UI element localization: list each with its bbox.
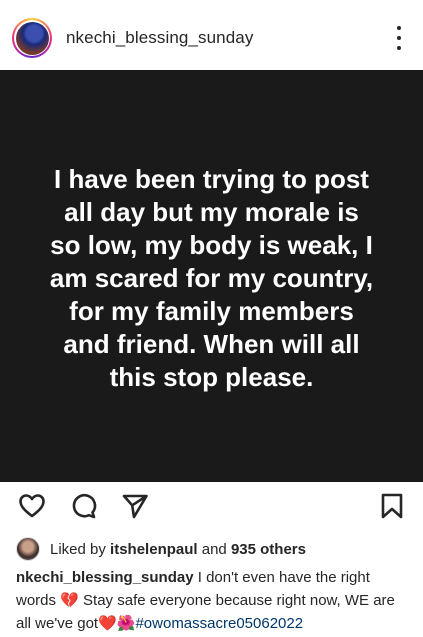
likes-count[interactable]: 935 others bbox=[231, 541, 306, 558]
share-icon[interactable] bbox=[121, 492, 149, 520]
likes-prefix: Liked by bbox=[50, 540, 106, 558]
post-text: I have been trying to post all day but m… bbox=[49, 163, 374, 392]
comment-icon[interactable] bbox=[69, 492, 97, 520]
profile-avatar[interactable] bbox=[12, 18, 52, 58]
post-image[interactable]: I have been trying to post all day but m… bbox=[0, 70, 423, 482]
red-heart-emoji: ❤️ bbox=[98, 614, 117, 632]
liker-avatar bbox=[16, 537, 40, 561]
avatar-inner bbox=[14, 20, 50, 56]
likes-row[interactable]: Liked by itshelenpaul and 935 others bbox=[16, 536, 306, 562]
avatar-image bbox=[15, 21, 49, 55]
post-header: nkechi_blessing_sunday bbox=[0, 0, 423, 76]
header-username[interactable]: nkechi_blessing_sunday bbox=[66, 28, 253, 48]
caption-hashtag[interactable]: #owomassacre05062022 bbox=[135, 615, 303, 632]
flower-emoji: 🌺 bbox=[116, 614, 136, 632]
likes-and: and bbox=[201, 540, 227, 558]
post-caption: nkechi_blessing_sunday I don't even have… bbox=[16, 567, 411, 635]
more-vertical-icon[interactable] bbox=[389, 26, 409, 50]
action-bar bbox=[0, 482, 423, 530]
heart-icon[interactable] bbox=[18, 492, 46, 520]
bookmark-icon[interactable] bbox=[378, 492, 406, 520]
caption-username[interactable]: nkechi_blessing_sunday bbox=[16, 569, 194, 586]
broken-heart-emoji: 💔 bbox=[60, 591, 79, 609]
liker-username[interactable]: itshelenpaul bbox=[110, 541, 198, 558]
